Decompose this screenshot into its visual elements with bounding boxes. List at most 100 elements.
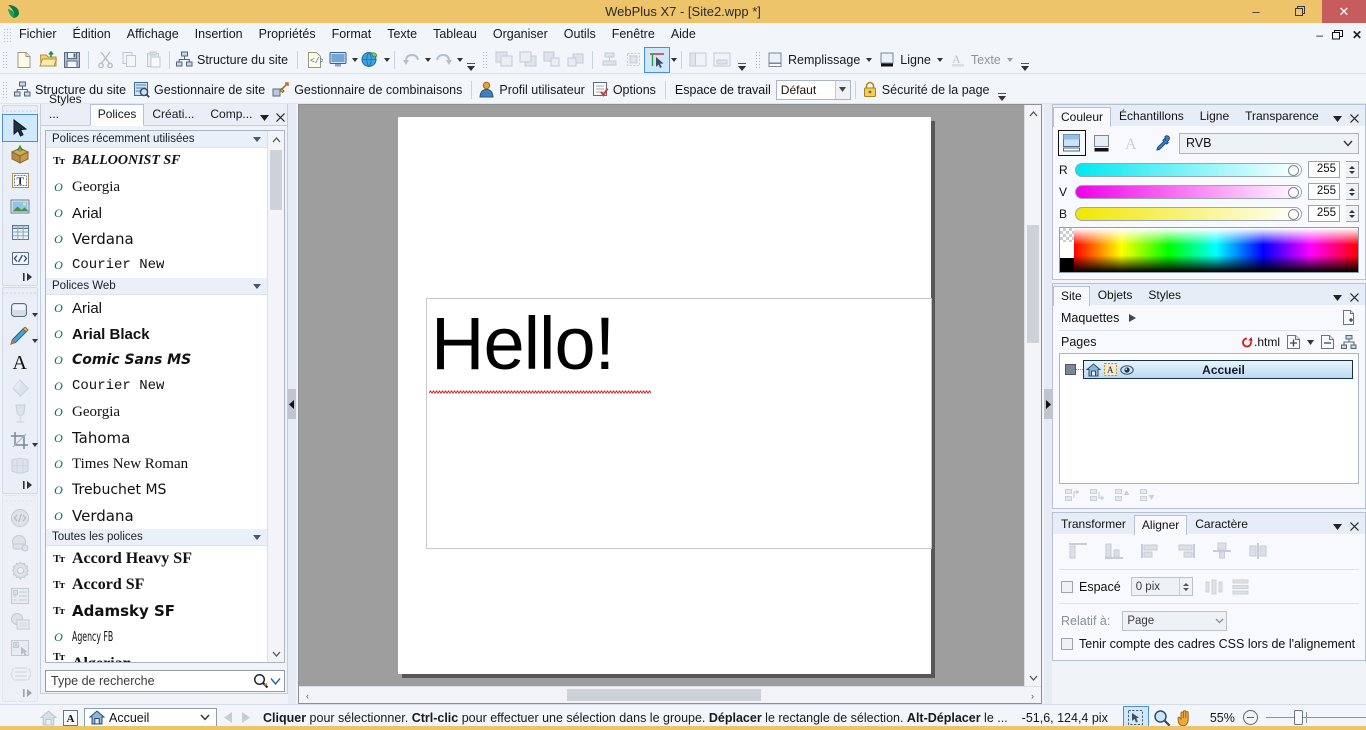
panel-menu-icon[interactable]	[1333, 115, 1342, 122]
hello-text[interactable]: Hello!	[431, 301, 615, 387]
text-frame[interactable]: Hello!	[426, 298, 932, 549]
tab-echantillons[interactable]: Échantillons	[1111, 106, 1192, 126]
group-objects-button[interactable]	[621, 48, 645, 72]
navbar-tool[interactable]	[3, 661, 37, 687]
pan-hand-icon[interactable]	[1176, 709, 1194, 727]
tab-styles[interactable]: Styles ...	[41, 89, 90, 125]
format-toolbar-grip-icon[interactable]	[755, 50, 763, 69]
chevron-down-icon[interactable]	[200, 714, 216, 721]
pencil-dropdown-icon[interactable]	[32, 339, 38, 343]
font-item[interactable]: Tᴛ Adamsky SF	[46, 598, 267, 624]
attach-dropdown-icon[interactable]	[671, 57, 678, 62]
font-list[interactable]: Polices récemment utilisées Tᴛ BALLOONIS…	[45, 130, 285, 663]
css-frames-checkbox[interactable]	[1061, 638, 1073, 650]
transparent-swatch[interactable]	[1060, 228, 1074, 242]
left-panel-splitter[interactable]	[288, 104, 296, 704]
font-item[interactable]: O Courier New	[46, 252, 267, 278]
menu-proprietes[interactable]: Propriétés	[251, 24, 324, 45]
new-document-button[interactable]	[12, 48, 36, 72]
copy-button[interactable]	[117, 48, 141, 72]
site-structure-button[interactable]: Structure du site	[174, 48, 293, 72]
text-color-button[interactable]: A Texte	[948, 48, 1018, 72]
tab-caractere[interactable]: Caractère	[1187, 514, 1256, 534]
menu-aide[interactable]: Aide	[663, 24, 704, 45]
canvas-scroll-down-arrow[interactable]	[1025, 669, 1041, 686]
previous-page-icon[interactable]	[223, 711, 234, 724]
arrange-overflow-button[interactable]	[736, 49, 747, 71]
combination-manager-button[interactable]: Gestionnaire de combinaisons	[270, 78, 467, 102]
right-splitter-handle[interactable]	[1044, 389, 1052, 419]
tab-aligner[interactable]: Aligner	[1133, 515, 1188, 535]
scroll-up-arrow[interactable]	[268, 131, 284, 148]
font-item[interactable]: O Verdana	[46, 503, 267, 529]
line-color-button[interactable]	[1089, 131, 1115, 155]
channel-v-value[interactable]: 255	[1308, 183, 1340, 200]
promote-page-icon[interactable]	[1065, 488, 1080, 502]
black-swatch[interactable]	[1060, 258, 1074, 272]
menu-format[interactable]: Format	[324, 24, 380, 45]
zoom-level[interactable]: 55%	[1210, 711, 1235, 725]
color-model-select[interactable]: RVB	[1179, 132, 1359, 154]
tab-objets[interactable]: Objets	[1090, 285, 1141, 305]
page-security-button[interactable]: Sécurité de la page	[860, 78, 995, 102]
publish-dropdown-icon[interactable]	[384, 57, 391, 62]
add-page-icon[interactable]	[1286, 334, 1301, 350]
canvas-horizontal-scrollbar[interactable]: ‹ ›	[299, 686, 1041, 703]
font-category-all[interactable]: Toutes les polices	[46, 529, 267, 546]
panel-menu-icon[interactable]	[1333, 523, 1342, 530]
page-item-accueil[interactable]: A Accueil	[1083, 360, 1353, 379]
undo-button[interactable]	[399, 48, 423, 72]
channel-r-knob[interactable]	[1288, 164, 1299, 176]
font-item[interactable]: O Courier New	[46, 373, 267, 399]
zoom-slider-track[interactable]	[1265, 710, 1366, 725]
move-page-up-icon[interactable]	[1115, 488, 1130, 502]
page-select[interactable]: Accueil	[84, 707, 217, 728]
document-restore-button[interactable]	[1331, 29, 1343, 40]
triangle-down-icon[interactable]	[253, 136, 261, 142]
quickshape-fill-tool[interactable]	[3, 297, 38, 323]
channel-b-spinner[interactable]	[1346, 205, 1359, 222]
font-item[interactable]: O Arial	[46, 295, 267, 321]
text-color-button[interactable]: A	[1119, 131, 1145, 155]
line-button[interactable]: Ligne	[877, 48, 948, 72]
triangle-down-icon[interactable]	[253, 534, 261, 540]
paste-button[interactable]	[141, 48, 165, 72]
menu-fenetre[interactable]: Fenêtre	[604, 24, 663, 45]
media-object-tool[interactable]	[3, 531, 37, 557]
collapse-tool-group-1-button[interactable]	[3, 271, 37, 283]
font-item[interactable]: O Arial Black	[46, 321, 267, 347]
workspace-combo[interactable]: Défaut	[775, 79, 851, 100]
format-overflow-button[interactable]	[1020, 49, 1031, 71]
channel-b-slider[interactable]	[1075, 206, 1302, 221]
document-canvas[interactable]: Hello! ‹ ›	[298, 104, 1042, 704]
panel-close-icon[interactable]	[276, 113, 286, 122]
bring-forward-button[interactable]	[540, 48, 564, 72]
zoom-slider[interactable]	[1265, 710, 1366, 725]
channel-r-slider[interactable]	[1075, 162, 1302, 177]
align-center-button[interactable]	[597, 48, 621, 72]
site-manager-button[interactable]: Gestionnaire de site	[131, 78, 270, 102]
font-item[interactable]: O Agency FB	[46, 624, 267, 650]
zoom-slider-knob[interactable]	[1293, 710, 1303, 725]
canvas-vertical-scroll-thumb[interactable]	[1027, 225, 1039, 343]
html-fragment-tool[interactable]	[3, 245, 37, 271]
panel-close-icon[interactable]	[1350, 522, 1359, 531]
tool-group-grip-icon[interactable]	[3, 496, 37, 505]
save-document-button[interactable]	[60, 48, 84, 72]
font-list-scrollbar[interactable]	[267, 131, 284, 662]
text-dropdown-icon[interactable]	[1006, 57, 1013, 62]
color-spectrum[interactable]	[1059, 227, 1359, 273]
zoom-tool-icon[interactable]	[1153, 709, 1171, 727]
panel-close-icon[interactable]	[1350, 293, 1359, 302]
masters-expand-icon[interactable]	[1129, 313, 1137, 322]
magnifier-icon[interactable]	[253, 673, 269, 689]
add-master-page-icon[interactable]	[1340, 309, 1357, 326]
tab-composants[interactable]: Comp...	[202, 104, 260, 125]
fill-dropdown-icon[interactable]	[866, 57, 873, 62]
cut-button[interactable]	[93, 48, 117, 72]
settings-object-tool[interactable]	[3, 557, 37, 583]
channel-b-knob[interactable]	[1288, 208, 1299, 220]
minimize-button[interactable]: –	[1234, 0, 1278, 23]
transparency-tool[interactable]	[3, 401, 37, 427]
user-profile-button[interactable]: Profil utilisateur	[476, 78, 589, 102]
